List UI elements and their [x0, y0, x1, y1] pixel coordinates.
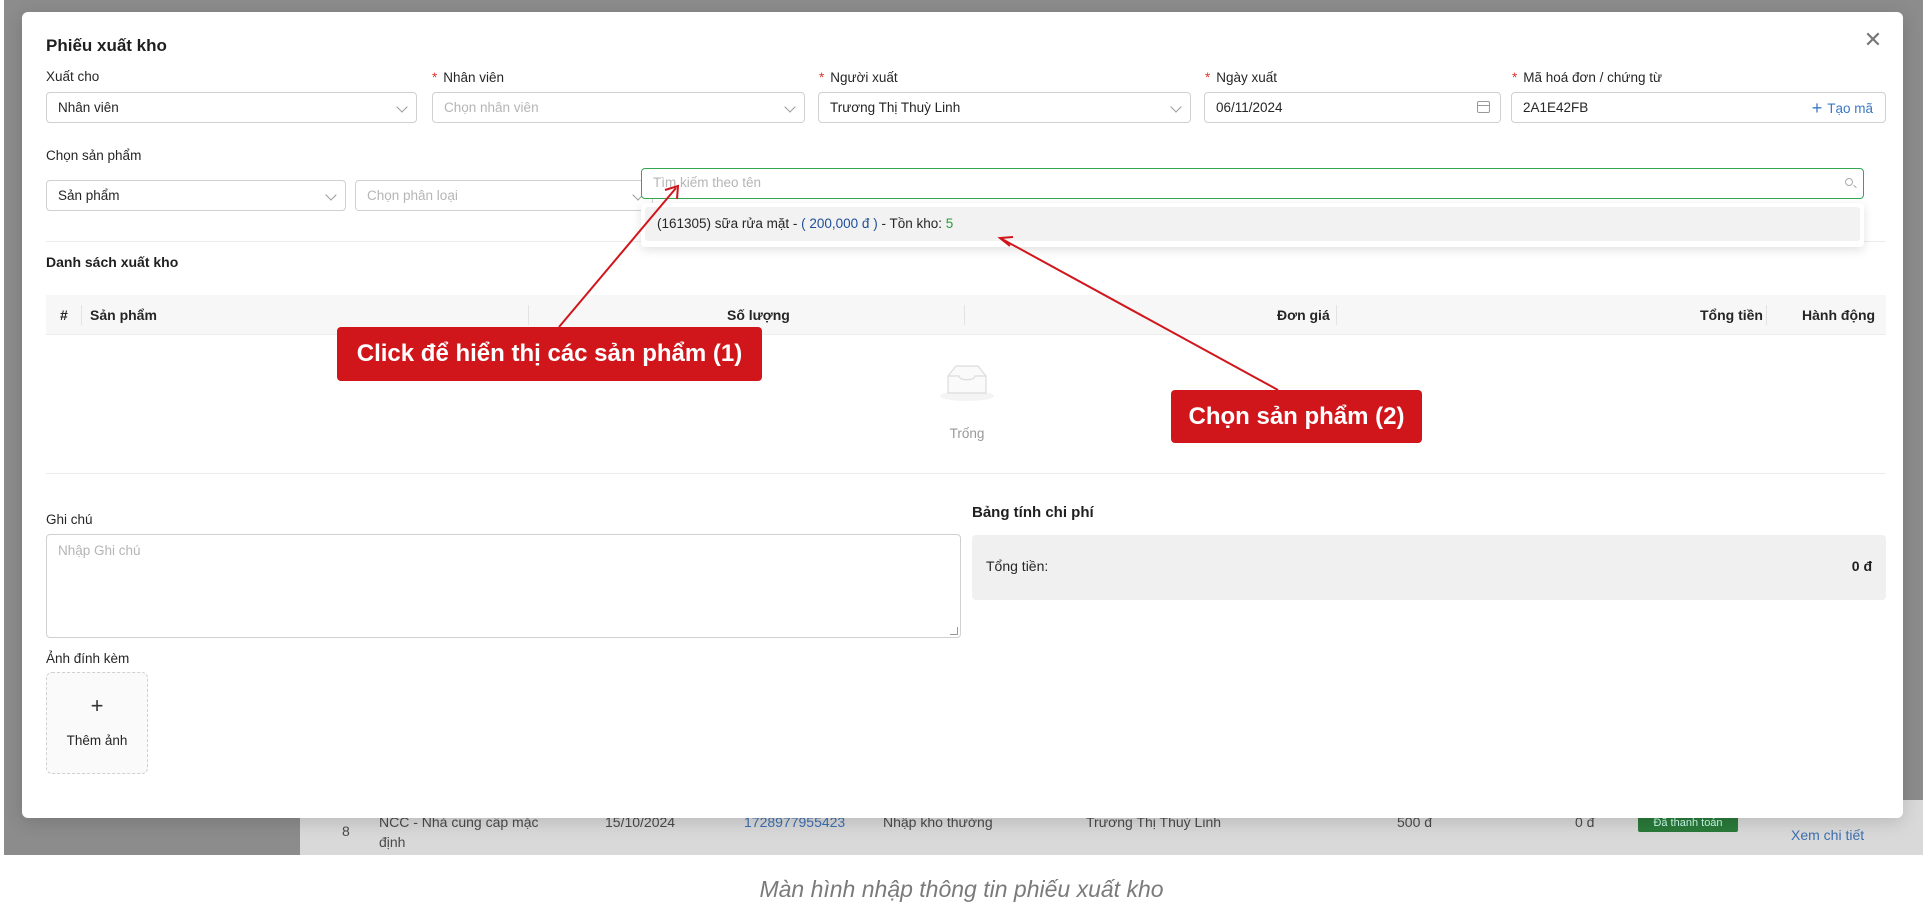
column-separator — [964, 305, 965, 325]
label-ma-hoa-don: * Mã hoá đơn / chứng từ — [1512, 70, 1662, 85]
total-label: Tổng tiền: — [986, 558, 1049, 574]
col-action: Hành động — [1802, 307, 1876, 323]
product-search-input[interactable]: Tìm kiếm theo tên — [641, 168, 1864, 199]
label-chon-san-pham: Chọn sản phẩm — [46, 148, 142, 163]
required-mark: * — [432, 70, 438, 85]
label-nhan-vien-text: Nhân viên — [443, 70, 505, 85]
col-index: # — [60, 307, 68, 323]
product-option-stock: 5 — [945, 216, 954, 231]
empty-text: Trống — [949, 426, 985, 441]
generate-code-label: Tạo mã — [1827, 101, 1873, 116]
chevron-down-icon — [1170, 101, 1182, 113]
category-placeholder: Chọn phân loại — [367, 188, 458, 203]
product-option-name: (161305) sữa rửa mặt - — [657, 216, 802, 231]
label-nguoi-xuat: * Người xuất — [819, 70, 898, 85]
label-xuat-cho: Xuất cho — [46, 69, 100, 84]
column-separator — [81, 305, 82, 325]
list-table-header: # Sản phẩm Số lượng Đơn giá Tổng tiền Hà… — [46, 295, 1886, 335]
chevron-down-icon — [325, 189, 337, 201]
nguoi-xuat-select[interactable]: Trương Thị Thuỳ Linh — [818, 92, 1191, 123]
bg-supplier-line2: định — [379, 834, 406, 850]
list-title: Danh sách xuất kho — [46, 254, 179, 270]
col-unit-price: Đơn giá — [1277, 307, 1330, 323]
callout-step1: Click để hiển thị các sản phẩm (1) — [337, 327, 762, 381]
add-photo-label: Thêm ảnh — [66, 733, 128, 748]
ma-hoa-don-input[interactable]: 2A1E42FB + Tạo mã — [1511, 92, 1886, 123]
bg-detail-link[interactable]: Xem chi tiết — [1791, 827, 1864, 843]
product-type-select[interactable]: Sản phẩm — [46, 180, 346, 211]
chevron-down-icon — [396, 101, 408, 113]
bg-row-no: 8 — [342, 823, 350, 839]
figure-caption: Màn hình nhập thông tin phiếu xuất kho — [759, 876, 1164, 902]
generate-code-button[interactable]: + Tạo mã — [1811, 93, 1873, 122]
resize-handle-icon[interactable] — [950, 627, 958, 635]
cost-title: Bảng tính chi phí — [972, 504, 1094, 521]
plus-icon: + — [1811, 98, 1823, 118]
nhan-vien-select[interactable]: Chọn nhân viên — [432, 92, 805, 123]
label-ghi-chu: Ghi chú — [46, 512, 93, 527]
search-placeholder: Tìm kiếm theo tên — [653, 175, 762, 190]
category-select[interactable]: Chọn phân loại — [355, 180, 653, 211]
label-nguoi-xuat-text: Người xuất — [830, 70, 898, 85]
export-slip-modal: Phiếu xuất kho ✕ Xuất cho * Nhân viên * Ng… — [22, 12, 1903, 818]
empty-inbox-icon — [940, 365, 994, 401]
add-photo-button[interactable]: + Thêm ảnh — [46, 672, 148, 774]
notes-textarea[interactable]: Nhập Ghi chú — [46, 534, 961, 638]
column-separator — [528, 305, 529, 325]
product-dropdown: (161305) sữa rửa mặt - ( 200,000 đ ) - T… — [641, 203, 1864, 247]
col-total: Tổng tiền — [1700, 307, 1763, 323]
ngay-xuat-datepicker[interactable]: 06/11/2024 — [1204, 92, 1501, 123]
required-mark: * — [819, 70, 825, 85]
plus-icon: + — [90, 693, 104, 718]
close-icon[interactable]: ✕ — [1861, 28, 1885, 52]
product-option-price: ( 200,000 đ ) — [801, 216, 878, 231]
callout-step2: Chọn sản phẩm (2) — [1171, 390, 1422, 443]
required-mark: * — [1205, 70, 1211, 85]
divider — [46, 473, 1886, 474]
required-mark: * — [1512, 70, 1518, 85]
modal-title: Phiếu xuất kho — [46, 36, 167, 55]
total-value: 0 đ — [1851, 558, 1872, 574]
label-ngay-xuat-text: Ngày xuất — [1216, 70, 1278, 85]
column-separator — [1766, 305, 1767, 325]
xuat-cho-value: Nhân viên — [58, 100, 119, 115]
ma-hoa-don-value: 2A1E42FB — [1523, 100, 1589, 115]
label-ma-hoa-don-text: Mã hoá đơn / chứng từ — [1523, 70, 1663, 85]
col-product: Sản phẩm — [90, 307, 157, 323]
calendar-icon — [1477, 101, 1490, 113]
product-option[interactable]: (161305) sữa rửa mặt - ( 200,000 đ ) - T… — [645, 207, 1860, 241]
label-anh-dinh-kem: Ảnh đính kèm — [46, 651, 130, 666]
label-ngay-xuat: * Ngày xuất — [1205, 70, 1277, 85]
screenshot-stage: 8 NCC - Nhà cung cấp mặc định 15/10/2024… — [0, 0, 1923, 909]
nhan-vien-placeholder: Chọn nhân viên — [444, 100, 539, 115]
cost-summary: Tổng tiền: 0 đ — [972, 535, 1886, 600]
nguoi-xuat-value: Trương Thị Thuỳ Linh — [830, 100, 961, 115]
product-option-stock-label: - Tồn kho: — [877, 216, 946, 231]
column-separator — [1336, 305, 1337, 325]
search-icon — [1845, 178, 1853, 186]
ngay-xuat-value: 06/11/2024 — [1216, 100, 1283, 115]
product-type-value: Sản phẩm — [58, 188, 120, 203]
chevron-down-icon — [784, 101, 796, 113]
xuat-cho-select[interactable]: Nhân viên — [46, 92, 417, 123]
notes-placeholder: Nhập Ghi chú — [58, 543, 141, 558]
label-nhan-vien: * Nhân viên — [432, 70, 504, 85]
